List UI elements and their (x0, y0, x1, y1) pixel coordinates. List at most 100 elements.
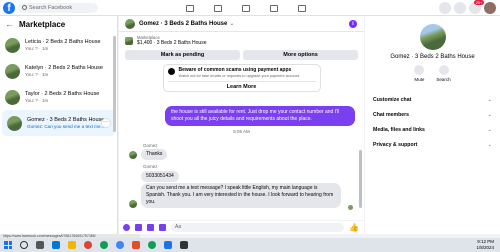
conversation-preview: You: ? · 1m (25, 98, 49, 103)
more-options-button[interactable]: More options (243, 50, 358, 60)
app-icon[interactable] (164, 241, 172, 249)
profile-avatar[interactable] (484, 2, 496, 14)
sender-name: Gomez (143, 164, 158, 169)
chat-details-panel: Gomez · 3 Beds 2 Baths House Mute Search… (365, 16, 500, 234)
row-label: Customize chat (373, 96, 412, 103)
groups-icon (270, 4, 278, 12)
search-conversation-button[interactable]: Search (436, 65, 451, 82)
task-view-icon[interactable] (36, 241, 44, 249)
chat-header[interactable]: Gomez · 3 Beds 2 Baths House ⌄ i (119, 16, 364, 32)
row-label: Media, files and links (373, 126, 425, 133)
account-controls: 20+ (439, 0, 496, 14)
search-icon (438, 65, 449, 75)
system-tray-clock[interactable]: 9:12 PM 1/8/2024 (476, 239, 494, 251)
chevron-down-icon: ⌄ (487, 141, 492, 148)
app-icon[interactable] (132, 241, 140, 249)
conversation-name: Leticia · 2 Beds 2 Baths House (25, 39, 101, 45)
search-icon[interactable] (20, 241, 28, 249)
sidebar-header: ← Marketplace (0, 16, 117, 32)
conversation-name: Gomez · 3 Beds 2 Baths House (27, 117, 105, 123)
search-input[interactable]: Search Facebook (18, 3, 98, 13)
conversation-avatar (5, 63, 20, 79)
listing-summary[interactable]: Marketplace $1,400 · 3 Beds 2 Baths Hous… (119, 32, 364, 49)
image-icon[interactable] (135, 224, 142, 231)
marketplace-nav-button[interactable] (232, 0, 260, 16)
message-input[interactable]: Aa (171, 223, 345, 232)
chevron-down-icon: ⌄ (229, 21, 235, 27)
video-nav-button[interactable] (204, 0, 232, 16)
chat-members-row[interactable]: Chat members ⌄ (365, 107, 500, 122)
conversation-more-button[interactable]: ··· (101, 118, 111, 128)
plus-icon[interactable] (123, 224, 130, 231)
conversation-preview: You: ? · 1m (25, 72, 49, 77)
listing-actions: Mark as pending More options (119, 49, 364, 61)
mute-button[interactable]: Mute (414, 65, 424, 82)
conversation-avatar (5, 37, 20, 53)
sidebar-scrollbar[interactable] (113, 36, 116, 132)
conversation-name: Katelyn · 2 Beds 2 Baths House (25, 65, 103, 71)
sticker-icon[interactable] (147, 224, 154, 231)
chat-window: Gomez · 3 Beds 2 Baths House ⌄ i Marketpl… (119, 16, 364, 234)
back-arrow-icon[interactable]: ← (5, 19, 14, 29)
chrome-icon[interactable] (116, 241, 124, 249)
groups-nav-button[interactable] (260, 0, 288, 16)
customize-chat-row[interactable]: Customize chat ⌄ (365, 92, 500, 107)
search-label: Search (436, 77, 451, 82)
conversation-item[interactable]: Leticia · 2 Beds 2 Baths House You: ? · … (0, 32, 117, 58)
gif-icon[interactable] (159, 224, 166, 231)
search-icon (22, 5, 27, 10)
outgoing-message: the house is still available for rent. J… (165, 106, 355, 126)
chrome-icon[interactable] (148, 241, 156, 249)
file-explorer-icon[interactable] (68, 241, 76, 249)
notifications-button[interactable]: 20+ (469, 0, 484, 14)
panel-title: Gomez · 3 Beds 2 Baths House (390, 54, 475, 60)
conversation-sidebar: ← Marketplace Leticia · 2 Beds 2 Baths H… (0, 16, 118, 234)
chrome-icon[interactable] (100, 241, 108, 249)
learn-more-button[interactable]: Learn More (167, 81, 316, 91)
conversation-preview: You: ? · 1m (25, 46, 49, 51)
facebook-logo[interactable]: f (3, 2, 15, 14)
chat-scrollbar[interactable] (359, 150, 362, 208)
media-files-links-row[interactable]: Media, files and links ⌄ (365, 122, 500, 137)
row-label: Privacy & support (373, 141, 418, 148)
thumbs-up-icon[interactable]: 👍 (349, 223, 359, 232)
bell-icon (414, 65, 425, 75)
scam-warning-title: Beware of common scams using payment app… (178, 67, 292, 73)
conversation-item[interactable]: Katelyn · 2 Beds 2 Baths House You: ? · … (0, 58, 117, 84)
chat-title: Gomez · 3 Beds 2 Baths House (139, 20, 228, 27)
chevron-down-icon: ⌄ (487, 111, 492, 118)
listing-photo[interactable] (419, 24, 446, 50)
windows-start-icon[interactable] (4, 241, 12, 249)
chrome-icon[interactable] (84, 241, 92, 249)
mute-label: Mute (414, 77, 425, 82)
mark-as-pending-button[interactable]: Mark as pending (125, 50, 240, 60)
conversation-item[interactable]: Taylor · 2 Beds 2 Baths House You: ? · 1… (0, 84, 117, 110)
sidebar-title: Marketplace (19, 19, 66, 29)
scam-warning-card: Beware of common scams using payment app… (162, 64, 321, 92)
menu-grid-button[interactable] (439, 2, 451, 14)
seen-indicator-avatar (348, 205, 353, 210)
incoming-message: Thanks (141, 149, 168, 160)
chevron-down-icon: ⌄ (487, 126, 492, 133)
sender-avatar (129, 200, 137, 208)
home-nav-button[interactable] (176, 0, 204, 16)
messenger-button[interactable] (454, 2, 466, 14)
terminal-icon[interactable] (180, 241, 188, 249)
chat-avatar (125, 18, 135, 29)
marketplace-icon (242, 4, 250, 12)
notification-badge: 20+ (474, 0, 484, 5)
sender-avatar (129, 151, 137, 159)
conversation-item-active[interactable]: Gomez · 3 Beds 2 Baths House Gomez: Can … (2, 110, 115, 136)
warning-icon (167, 68, 175, 75)
row-label: Chat members (373, 111, 410, 118)
gaming-nav-button[interactable] (288, 0, 316, 16)
privacy-support-row[interactable]: Privacy & support ⌄ (365, 137, 500, 152)
conversation-avatar (5, 89, 20, 105)
panel-actions: Mute Search (365, 65, 500, 82)
scam-warning-description: Watch out for fake emails or requests to… (178, 74, 300, 78)
home-icon (186, 4, 194, 12)
main-nav (176, 0, 316, 16)
info-icon[interactable]: i (349, 20, 357, 28)
conversation-preview: Gomez: Can you send me a text me... (27, 124, 105, 129)
edge-icon[interactable] (52, 241, 60, 249)
